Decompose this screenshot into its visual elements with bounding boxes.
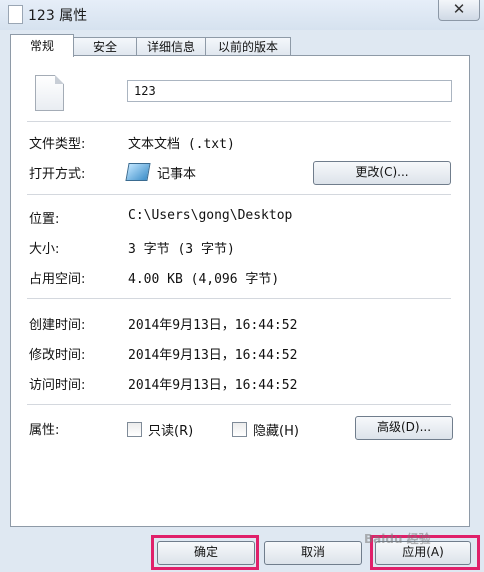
modified-value: 2014年9月13日，16:44:52: [128, 348, 298, 363]
size-label: 大小:: [29, 242, 60, 257]
readonly-checkbox[interactable]: [127, 422, 142, 437]
size-value: 3 字节 (3 字节): [128, 242, 235, 257]
tab-previous-versions[interactable]: 以前的版本: [205, 37, 291, 56]
tab-security[interactable]: 安全: [73, 37, 137, 56]
open-with-value: 记事本: [157, 167, 197, 182]
title-bar: 123 属性 ✕: [0, 0, 484, 30]
hidden-label[interactable]: 隐藏(H): [253, 420, 299, 439]
file-type-label: 文件类型:: [29, 137, 86, 152]
created-label: 创建时间:: [29, 318, 86, 333]
readonly-label[interactable]: 只读(R): [148, 420, 193, 439]
file-name-input[interactable]: [127, 80, 452, 102]
tab-general[interactable]: 常规: [10, 34, 74, 57]
hidden-checkbox[interactable]: [232, 422, 247, 437]
location-label: 位置:: [29, 212, 60, 227]
open-with-label: 打开方式:: [29, 167, 86, 182]
separator: [27, 298, 451, 299]
ok-highlight-frame: [151, 535, 259, 570]
document-icon: [8, 5, 23, 24]
close-button[interactable]: ✕: [438, 0, 480, 21]
modified-label: 修改时间:: [29, 348, 86, 363]
accessed-value: 2014年9月13日，16:44:52: [128, 378, 298, 393]
separator: [27, 194, 451, 195]
cancel-button[interactable]: 取消: [264, 541, 362, 565]
size-on-disk-value: 4.00 KB (4,096 字节): [128, 272, 280, 287]
size-on-disk-label: 占用空间:: [29, 272, 86, 287]
tab-strip: 常规 安全 详细信息 以前的版本: [10, 34, 476, 57]
advanced-button[interactable]: 高级(D)...: [355, 416, 453, 440]
general-panel: 文件类型: 文本文档 (.txt) 打开方式: 记事本 更改(C)... 位置:…: [10, 55, 470, 527]
notepad-icon: [125, 163, 151, 181]
text-file-icon: [35, 75, 64, 111]
separator: [27, 121, 451, 122]
tab-details[interactable]: 详细信息: [136, 37, 206, 56]
watermark: Baidu 经验: [364, 532, 431, 546]
location-value: C:\Users\gong\Desktop: [128, 208, 293, 223]
file-type-value: 文本文档 (.txt): [128, 137, 235, 152]
window-title: 123 属性: [28, 8, 88, 24]
separator: [27, 404, 451, 405]
accessed-label: 访问时间:: [29, 378, 86, 393]
change-button[interactable]: 更改(C)...: [313, 161, 451, 185]
attributes-label: 属性:: [29, 423, 60, 438]
created-value: 2014年9月13日，16:44:52: [128, 318, 298, 333]
